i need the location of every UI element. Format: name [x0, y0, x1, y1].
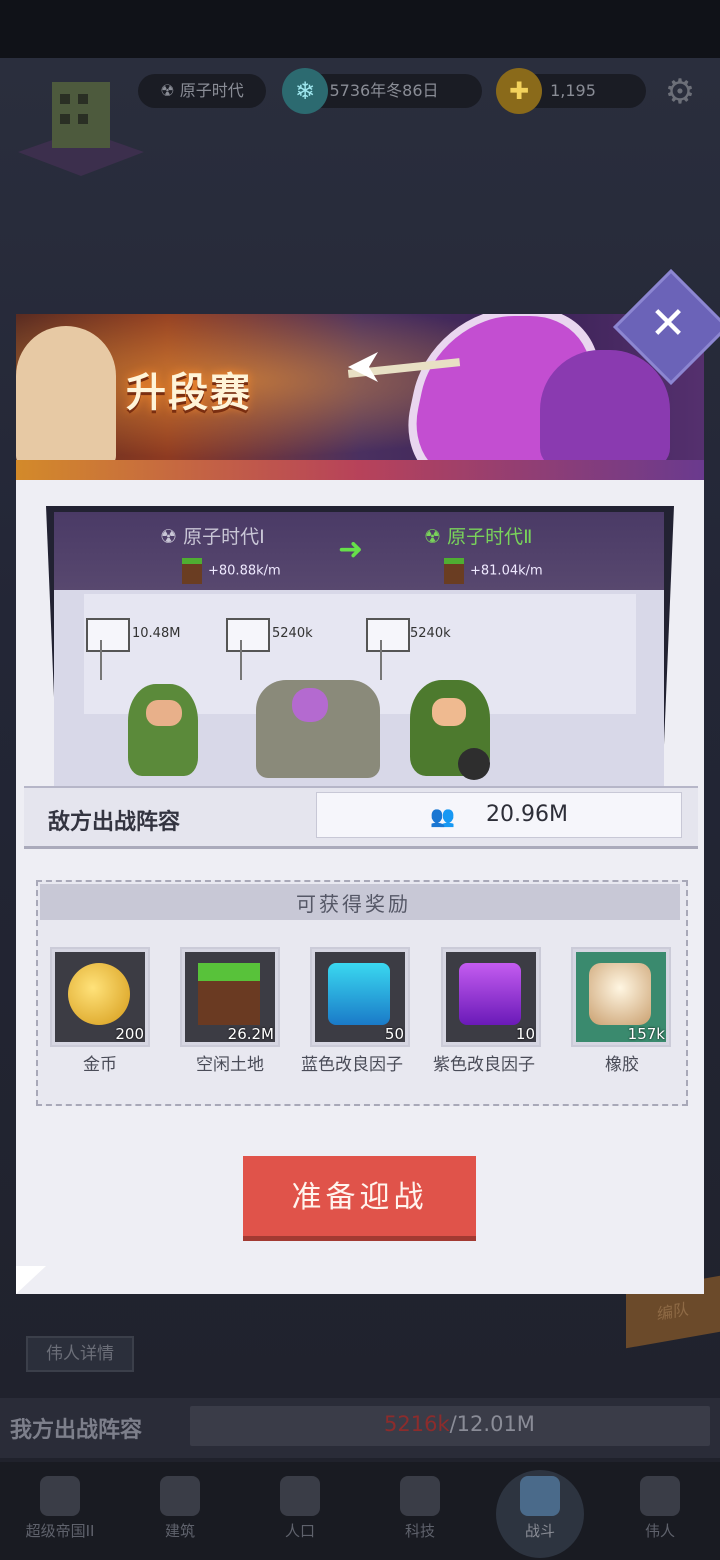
reward-name: 紫色改良因子: [433, 1055, 535, 1075]
enemy-rifleman: [128, 684, 198, 776]
my-lineup-label: 我方出战阵容: [10, 1418, 143, 1443]
reward-count: 10: [515, 1025, 535, 1043]
ready-button-label[interactable]: 准备迎战: [243, 1172, 476, 1216]
current-age-label: 原子时代Ⅰ: [183, 526, 265, 548]
next-age-label: 原子时代Ⅱ: [447, 526, 533, 548]
land-block-icon: [182, 558, 202, 584]
dialog-banner: 升段赛: [16, 314, 704, 480]
villain-hero-art: [540, 350, 670, 468]
nav-great-people[interactable]: 伟人: [600, 1462, 720, 1560]
reward-rubber[interactable]: 157k: [571, 947, 671, 1047]
next-age: ☢ 原子时代Ⅱ: [424, 522, 532, 549]
tank-commander-face: [292, 688, 328, 722]
gold-coin-icon: [68, 963, 130, 1025]
cavalry-flag-icon: [366, 618, 410, 652]
bust-icon: [640, 1476, 680, 1516]
motorcycle-wheel: [458, 748, 490, 780]
crossed-swords-icon: [520, 1476, 560, 1516]
nav-tech[interactable]: 科技: [360, 1462, 480, 1560]
reward-count: 200: [115, 1025, 144, 1043]
nav-label: 战斗: [524, 1522, 555, 1540]
nav-label: 超级帝国II: [25, 1522, 95, 1540]
close-icon[interactable]: ✕: [630, 286, 706, 362]
land-block-icon: [198, 963, 260, 1025]
gear-icon[interactable]: ⚙: [660, 72, 700, 112]
next-land-rate: +81.04k/m: [444, 558, 543, 584]
enemy-lineup-label: 敌方出战阵容: [48, 810, 181, 835]
flag-pole: [240, 640, 242, 680]
rifle-flag-icon: [86, 618, 130, 652]
officer-face: [432, 698, 466, 726]
castle-icon[interactable]: [14, 72, 148, 182]
flag-pole: [100, 640, 102, 680]
banner-strip: [16, 460, 704, 480]
reward-count: 26.2M: [227, 1025, 274, 1043]
flag-pole: [380, 640, 382, 680]
my-power-max: /12.01M: [449, 1412, 535, 1436]
person-icon: [280, 1476, 320, 1516]
reward-blue-factor[interactable]: 50: [310, 947, 410, 1047]
reward-purple-factor[interactable]: 10: [441, 947, 541, 1047]
reward-name: 橡胶: [605, 1055, 639, 1075]
nav-population[interactable]: 人口: [240, 1462, 360, 1560]
nav-label: 伟人: [644, 1522, 675, 1540]
nav-battle[interactable]: 战斗: [480, 1462, 600, 1560]
reward-count: 50: [384, 1025, 404, 1043]
reward-idle-land[interactable]: 26.2M: [180, 947, 280, 1047]
radiation-icon: ☢: [160, 81, 180, 100]
reward-name: 空闲土地: [196, 1055, 264, 1075]
reward-name: 金币: [83, 1055, 117, 1075]
enemy-unit-power: 10.48M: [132, 626, 181, 641]
nav-label: 人口: [284, 1522, 315, 1540]
age-label: 原子时代: [179, 81, 244, 100]
land-block-icon: [444, 558, 464, 584]
nav-label: 科技: [404, 1522, 435, 1540]
archer-hero-art: [16, 326, 116, 466]
reward-count: 157k: [627, 1025, 665, 1043]
radiation-icon: ☢: [424, 526, 448, 548]
great-person-detail-button[interactable]: 伟人详情: [26, 1336, 134, 1372]
status-bar: [0, 0, 720, 58]
next-rate-value: +81.04k/m: [470, 563, 543, 579]
castle-icon: [40, 1476, 80, 1516]
blue-factor-canister-icon: [328, 963, 390, 1025]
current-age: ☢ 原子时代Ⅰ: [160, 522, 265, 549]
rifleman-face: [146, 700, 182, 726]
my-power: 5216k/12.01M: [384, 1412, 535, 1436]
nav-buildings[interactable]: 建筑: [120, 1462, 240, 1560]
age-indicator: ☢ 原子时代: [138, 74, 266, 108]
snowflake-icon: ❄: [282, 68, 328, 114]
date-label: 5736年冬86日: [329, 81, 439, 100]
reward-gold-coins[interactable]: 200: [50, 947, 150, 1047]
current-land-rate: +80.88k/m: [182, 558, 281, 584]
enemy-unit-power: 5240k: [272, 626, 313, 641]
rubber-bucket-icon: [589, 963, 651, 1025]
purple-factor-canister-icon: [459, 963, 521, 1025]
enemy-unit-power: 5240k: [410, 626, 451, 641]
nav-label: 建筑: [164, 1522, 195, 1540]
book-icon: [400, 1476, 440, 1516]
reward-name: 蓝色改良因子: [301, 1055, 403, 1075]
gold-amount: 1,195: [550, 81, 596, 100]
arrow-right-icon: ➜: [338, 532, 364, 567]
radiation-icon: ☢: [160, 526, 184, 548]
current-rate-value: +80.88k/m: [208, 563, 281, 579]
dialog-title: 升段赛: [126, 370, 252, 416]
nav-empire[interactable]: 超级帝国II: [0, 1462, 120, 1560]
coin-plus-icon[interactable]: ✚: [496, 68, 542, 114]
reward-title: 可获得奖励: [296, 892, 411, 916]
group-icon: 👥: [430, 804, 455, 828]
my-power-current: 5216k: [384, 1412, 450, 1436]
house-icon: [160, 1476, 200, 1516]
enemy-total-power: 20.96M: [486, 802, 568, 827]
sword-flag-icon: [226, 618, 270, 652]
